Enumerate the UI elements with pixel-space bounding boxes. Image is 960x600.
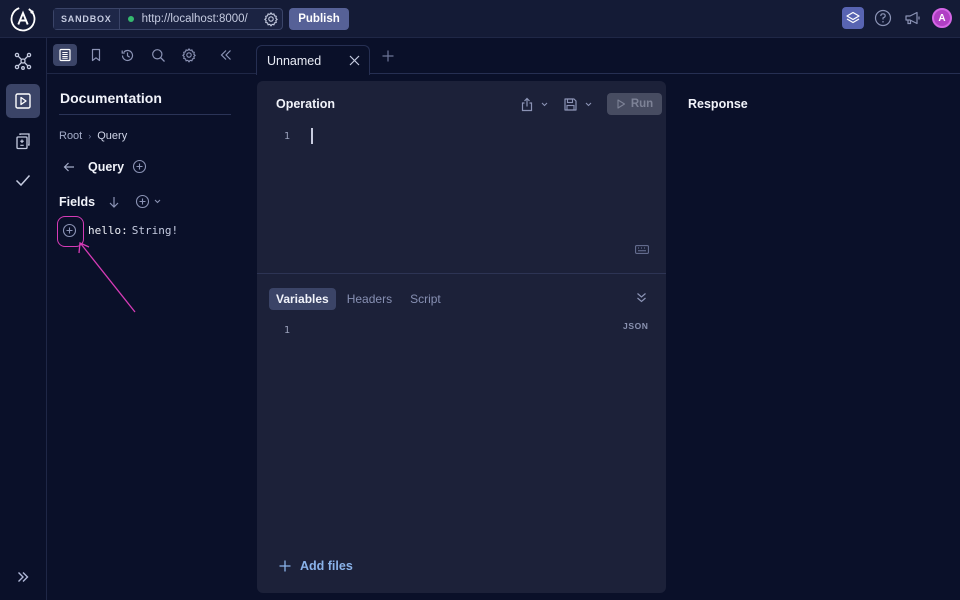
new-tab-button[interactable] xyxy=(380,48,396,64)
megaphone-icon xyxy=(905,11,920,25)
documentation-tab-button[interactable] xyxy=(53,44,77,66)
breadcrumb-separator: › xyxy=(88,131,92,141)
publish-button[interactable]: Publish xyxy=(289,8,349,30)
endpoint-input[interactable]: SANDBOX http://localhost:8000/ xyxy=(53,8,283,30)
field-name[interactable]: hello: xyxy=(88,224,128,237)
add-all-fields-plus-circle-icon[interactable] xyxy=(135,194,150,209)
top-bar: SANDBOX http://localhost:8000/ Publish A xyxy=(0,0,960,38)
type-name: Query xyxy=(88,159,125,174)
close-icon xyxy=(349,55,359,66)
settings-button[interactable] xyxy=(177,44,201,66)
fields-header: Fields xyxy=(59,194,162,209)
connection-status-dot xyxy=(127,16,134,22)
double-chevron-left-icon xyxy=(220,50,231,60)
stack-layers-icon xyxy=(846,11,860,24)
search-button[interactable] xyxy=(146,44,170,66)
share-menu-button[interactable] xyxy=(520,97,549,112)
bookmark-icon xyxy=(91,48,101,62)
variables-line-number: 1 xyxy=(284,325,291,336)
left-nav-rail xyxy=(0,38,47,600)
run-button[interactable]: Run xyxy=(607,93,662,115)
json-format-label: JSON xyxy=(623,321,649,331)
gear-icon xyxy=(182,48,196,63)
tab-script[interactable]: Script xyxy=(403,288,448,310)
type-header: Query xyxy=(62,159,147,174)
double-chevron-right-icon xyxy=(18,572,29,582)
save-menu-button[interactable] xyxy=(563,97,593,112)
doc-panel-toolbar xyxy=(47,38,257,74)
plus-icon xyxy=(279,560,291,572)
top-right-actions: A xyxy=(842,7,952,29)
history-button[interactable] xyxy=(115,44,139,66)
play-square-icon xyxy=(15,93,31,109)
user-avatar[interactable]: A xyxy=(932,8,952,28)
operation-line-number: 1 xyxy=(284,131,291,142)
endpoint-url[interactable]: http://localhost:8000/ xyxy=(142,13,263,25)
rail-item-explorer[interactable] xyxy=(6,84,40,118)
collapse-variables-chevrons-icon[interactable] xyxy=(635,291,648,304)
rail-item-checks[interactable] xyxy=(6,163,40,197)
add-files-label: Add files xyxy=(300,559,353,573)
rail-item-checks-diff[interactable] xyxy=(6,124,40,158)
field-type[interactable]: String! xyxy=(132,224,178,237)
doc-divider xyxy=(59,114,231,115)
document-icon xyxy=(59,48,71,62)
search-icon xyxy=(151,48,165,62)
collections-button[interactable] xyxy=(84,44,108,66)
schema-graph-icon xyxy=(14,52,32,70)
diff-documents-icon xyxy=(16,133,30,150)
fields-label: Fields xyxy=(59,194,96,209)
connection-settings-gear-icon[interactable] xyxy=(263,11,279,27)
apollo-logo-icon[interactable] xyxy=(10,6,36,32)
sort-down-arrow-icon[interactable] xyxy=(107,195,121,209)
plus-icon xyxy=(382,50,394,62)
response-title: Response xyxy=(688,97,748,111)
keyboard-shortcuts-icon[interactable] xyxy=(635,245,649,254)
back-arrow-icon[interactable] xyxy=(62,160,76,174)
breadcrumb: Root › Query xyxy=(59,130,127,142)
expand-sidebar-button[interactable] xyxy=(6,560,40,594)
add-type-plus-circle-icon[interactable] xyxy=(132,159,147,174)
run-label: Run xyxy=(630,98,654,110)
chevron-down-icon xyxy=(541,102,548,106)
save-floppy-icon xyxy=(564,97,577,111)
tabbar-border xyxy=(370,73,960,74)
editor-split-divider[interactable] xyxy=(257,273,666,274)
add-files-button[interactable]: Add files xyxy=(279,559,353,573)
tab-label: Unnamed xyxy=(267,53,322,68)
variables-tabs: Variables Headers Script xyxy=(269,288,448,310)
tab-headers[interactable]: Headers xyxy=(340,288,399,310)
help-button[interactable] xyxy=(872,7,894,29)
chevron-down-icon[interactable] xyxy=(153,197,162,206)
announcements-button[interactable] xyxy=(902,7,924,29)
operation-panel xyxy=(257,81,666,593)
operation-title: Operation xyxy=(276,97,336,111)
operation-editor-cursor[interactable] xyxy=(311,128,313,144)
share-upload-icon xyxy=(521,97,533,111)
rail-item-schema[interactable] xyxy=(6,44,40,78)
operation-actions: Run xyxy=(520,93,662,115)
annotation-arrow-icon xyxy=(78,242,136,313)
studio-button[interactable] xyxy=(842,7,864,29)
play-icon xyxy=(617,99,625,109)
tab-unnamed[interactable]: Unnamed xyxy=(256,45,370,75)
help-question-icon xyxy=(874,9,892,27)
apollo-sandbox: SANDBOX http://localhost:8000/ Publish A… xyxy=(0,0,960,600)
collapse-panel-button[interactable] xyxy=(214,44,238,66)
tab-variables[interactable]: Variables xyxy=(269,288,336,310)
breadcrumb-root[interactable]: Root xyxy=(59,130,82,142)
checkmark-icon xyxy=(15,174,31,187)
chevron-down-icon xyxy=(585,102,592,106)
tab-close-button[interactable] xyxy=(344,51,364,71)
breadcrumb-current: Query xyxy=(97,130,128,142)
documentation-title: Documentation xyxy=(60,90,162,106)
sandbox-label: SANDBOX xyxy=(54,9,120,29)
history-clock-icon xyxy=(121,49,133,61)
